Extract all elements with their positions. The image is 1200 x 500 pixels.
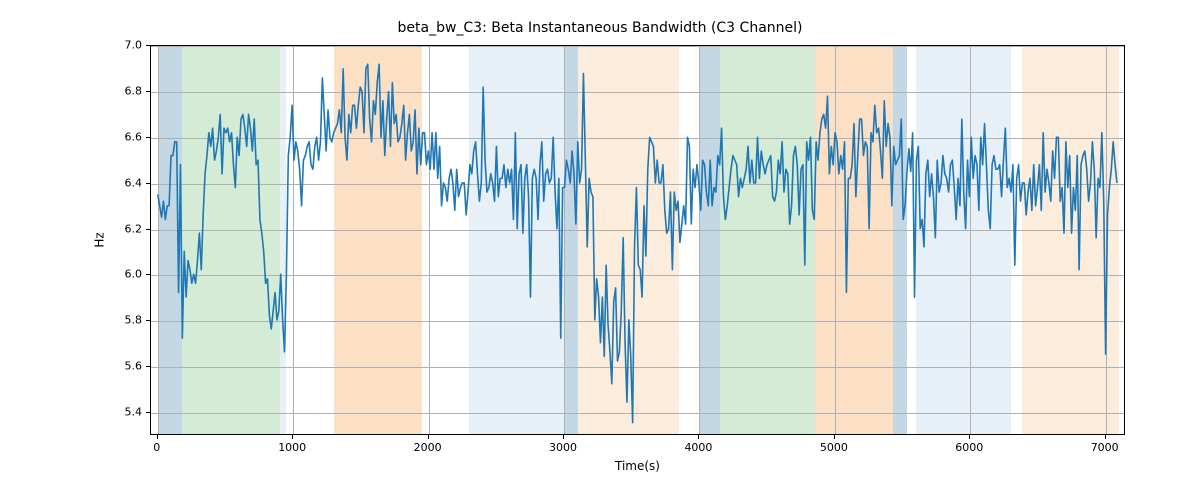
y-axis-label: Hz [93, 232, 107, 247]
y-tick-label: 7.0 [125, 39, 151, 52]
chart-title: beta_bw_C3: Beta Instantaneous Bandwidth… [0, 20, 1200, 36]
y-tick-label: 6.0 [125, 268, 151, 281]
y-tick-label: 5.6 [125, 360, 151, 373]
x-tick-label: 4000 [684, 435, 712, 454]
x-tick-label: 1000 [278, 435, 306, 454]
data-line [151, 46, 1124, 434]
figure: beta_bw_C3: Beta Instantaneous Bandwidth… [0, 0, 1200, 500]
x-tick-label: 3000 [549, 435, 577, 454]
x-tick-label: 5000 [820, 435, 848, 454]
x-axis-label: Time(s) [150, 459, 1125, 473]
plot-area [150, 45, 1125, 435]
x-tick-label: 6000 [955, 435, 983, 454]
y-tick-label: 6.8 [125, 84, 151, 97]
y-tick-label: 6.4 [125, 176, 151, 189]
y-tick-label: 6.2 [125, 222, 151, 235]
y-tick-label: 5.4 [125, 406, 151, 419]
y-tick-label: 5.8 [125, 314, 151, 327]
x-tick-label: 2000 [414, 435, 442, 454]
x-tick-label: 0 [153, 435, 160, 454]
x-tick-label: 7000 [1091, 435, 1119, 454]
axes: Time(s) Hz 01000200030004000500060007000… [150, 45, 1125, 435]
y-tick-label: 6.6 [125, 130, 151, 143]
